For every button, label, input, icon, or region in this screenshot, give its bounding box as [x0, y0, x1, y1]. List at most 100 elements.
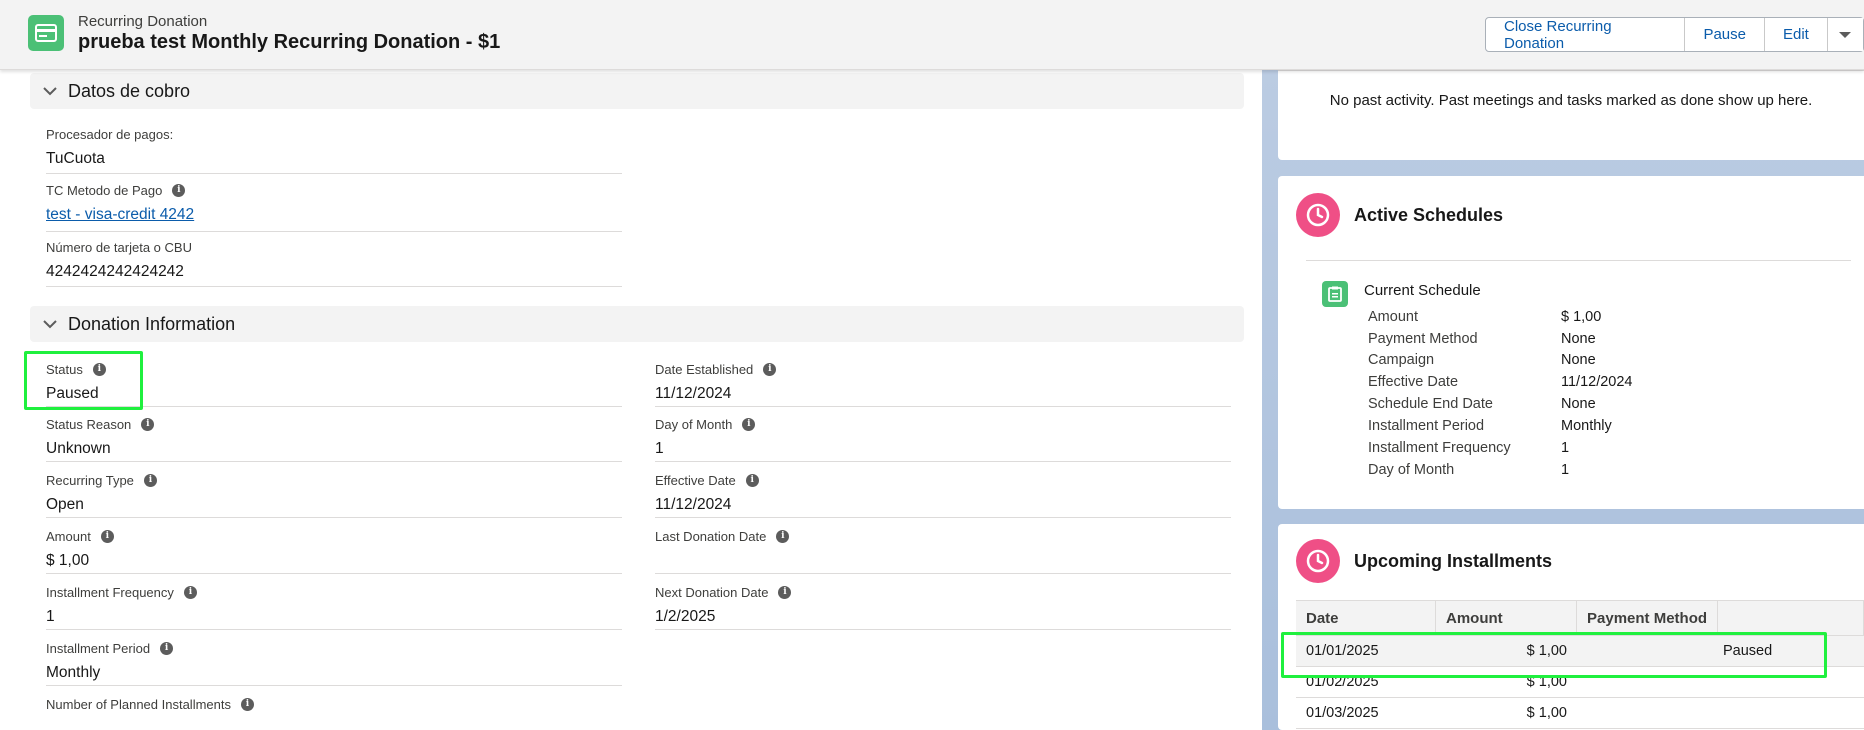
schedule-value: 11/12/2024 — [1561, 374, 1633, 390]
field-label: Installment Period — [46, 640, 151, 656]
schedule-value: $ 1,00 — [1561, 309, 1602, 325]
schedule-label: Installment Period — [1368, 418, 1485, 434]
section-title: Donation Information — [68, 313, 236, 334]
schedule-label: Day of Month — [1368, 462, 1455, 478]
schedule-label: Amount — [1368, 309, 1418, 325]
field-value: $ 1,00 — [46, 552, 90, 569]
schedule-value: None — [1561, 396, 1596, 412]
field-day-of-month: Day of Month i 1 — [655, 415, 1231, 462]
section-donation-information[interactable]: Donation Information — [30, 306, 1244, 342]
no-activity-message: No past activity. Past meetings and task… — [1329, 92, 1813, 109]
info-icon[interactable]: i — [141, 417, 155, 431]
object-type-label: Recurring Donation — [78, 13, 208, 30]
column-header-status[interactable] — [1718, 601, 1864, 635]
record-detail-card: Datos de cobro Procesador de pagos: TuCu… — [0, 70, 1262, 730]
info-icon[interactable]: i — [143, 473, 157, 487]
field-date-established: Date Established i 11/12/2024 — [655, 360, 1231, 407]
field-label: Last Donation Date — [655, 528, 767, 544]
field-tc-metodo-de-pago: TC Metodo de Pago i test - visa-credit 42… — [46, 181, 622, 232]
chevron-down-icon — [43, 320, 57, 329]
current-schedule-label: Current Schedule — [1364, 282, 1481, 299]
activity-card: No past activity. Past meetings and task… — [1278, 60, 1864, 160]
field-label: Installment Frequency — [46, 584, 174, 600]
field-label: Status Reason — [46, 416, 132, 432]
pause-button[interactable]: Pause — [1685, 18, 1765, 51]
info-icon[interactable]: i — [100, 529, 114, 543]
schedule-label: Schedule End Date — [1368, 396, 1493, 412]
info-icon[interactable]: i — [745, 473, 759, 487]
schedule-label: Effective Date — [1368, 374, 1459, 390]
info-icon[interactable]: i — [172, 183, 186, 197]
field-label: Amount — [46, 528, 91, 544]
close-recurring-donation-button[interactable]: Close Recurring Donation — [1486, 18, 1686, 52]
column-header-date[interactable]: Date — [1296, 601, 1436, 635]
field-number-of-planned-installments: Number of Planned Installments i — [46, 695, 622, 730]
column-header-payment-method[interactable]: Payment Method — [1577, 601, 1718, 635]
field-label: TC Metodo de Pago — [46, 182, 163, 198]
payment-method-link[interactable]: test - visa-credit 4242 — [46, 206, 622, 228]
recurring-donation-icon — [28, 15, 64, 51]
info-icon[interactable]: i — [160, 641, 174, 655]
section-title: Datos de cobro — [68, 80, 191, 101]
record-header: Recurring Donation prueba test Monthly R… — [0, 0, 1864, 70]
field-status-reason: Status Reason i Unknown — [46, 415, 622, 462]
field-installment-period: Installment Period i Monthly — [46, 639, 622, 686]
table-header: Date Amount Payment Method — [1296, 600, 1864, 636]
field-label: Procesador de pagos: — [46, 126, 174, 142]
clock-icon — [1296, 539, 1340, 583]
field-procesador-de-pagos: Procesador de pagos: TuCuota — [46, 125, 622, 174]
edit-button[interactable]: Edit — [1765, 18, 1828, 51]
schedule-label: Campaign — [1368, 352, 1435, 368]
divider — [1306, 260, 1851, 261]
info-icon[interactable]: i — [183, 585, 197, 599]
field-installment-frequency: Installment Frequency i 1 — [46, 583, 622, 630]
field-value: 4242424242424242 — [46, 263, 184, 280]
chevron-down-icon — [43, 87, 57, 96]
field-value: Unknown — [46, 440, 111, 457]
divider — [1278, 70, 1864, 71]
row-status — [1717, 698, 1857, 728]
upcoming-installments-card: Upcoming Installments Date Amount Paymen… — [1278, 524, 1864, 730]
field-value: Monthly — [46, 664, 101, 681]
field-label: Número de tarjeta o CBU — [46, 239, 192, 255]
info-icon[interactable]: i — [776, 529, 790, 543]
field-label: Effective Date — [655, 472, 736, 488]
status-highlight-box — [24, 351, 143, 410]
field-next-donation-date: Next Donation Date i 1/2/2025 — [655, 583, 1231, 630]
field-recurring-type: Recurring Type i Open — [46, 471, 622, 518]
field-label: Day of Month — [655, 416, 733, 432]
section-datos-de-cobro[interactable]: Datos de cobro — [30, 73, 1244, 109]
active-schedules-card: Active Schedules Current Schedule Amount… — [1278, 176, 1864, 509]
clock-icon — [1296, 193, 1340, 237]
row-payment-method — [1577, 698, 1717, 728]
schedule-label: Payment Method — [1368, 331, 1478, 347]
info-icon[interactable]: i — [742, 417, 756, 431]
chevron-down-icon — [1839, 31, 1852, 38]
row-amount: $ 1,00 — [1526, 705, 1567, 721]
field-value: 1 — [655, 440, 664, 457]
field-value — [655, 552, 1231, 574]
card-title: Upcoming Installments — [1354, 551, 1553, 571]
info-icon[interactable]: i — [763, 362, 777, 376]
field-value: 1/2/2025 — [655, 608, 716, 625]
field-last-donation-date: Last Donation Date i — [655, 527, 1231, 574]
schedule-icon — [1322, 281, 1348, 307]
field-value: 11/12/2024 — [655, 496, 732, 513]
field-effective-date: Effective Date i 11/12/2024 — [655, 471, 1231, 518]
table-row[interactable]: 01/03/2025 $ 1,00 — [1296, 698, 1864, 729]
info-icon[interactable]: i — [778, 585, 792, 599]
field-label: Recurring Type — [46, 472, 134, 488]
info-icon[interactable]: i — [240, 697, 254, 711]
page-title: prueba test Monthly Recurring Donation -… — [78, 31, 501, 53]
field-value: 11/12/2024 — [655, 385, 732, 402]
field-value: TuCuota — [46, 150, 105, 167]
field-value: Open — [46, 496, 84, 513]
schedule-value: Monthly — [1561, 418, 1612, 434]
column-header-amount[interactable]: Amount — [1436, 601, 1577, 635]
schedule-label: Installment Frequency — [1368, 440, 1511, 456]
field-amount: Amount i $ 1,00 — [46, 527, 622, 574]
more-actions-button[interactable] — [1827, 18, 1863, 51]
schedule-value: 1 — [1561, 440, 1570, 456]
field-label: Number of Planned Installments — [46, 696, 231, 712]
field-numero-de-tarjeta: Número de tarjeta o CBU 4242424242424242 — [46, 238, 622, 287]
